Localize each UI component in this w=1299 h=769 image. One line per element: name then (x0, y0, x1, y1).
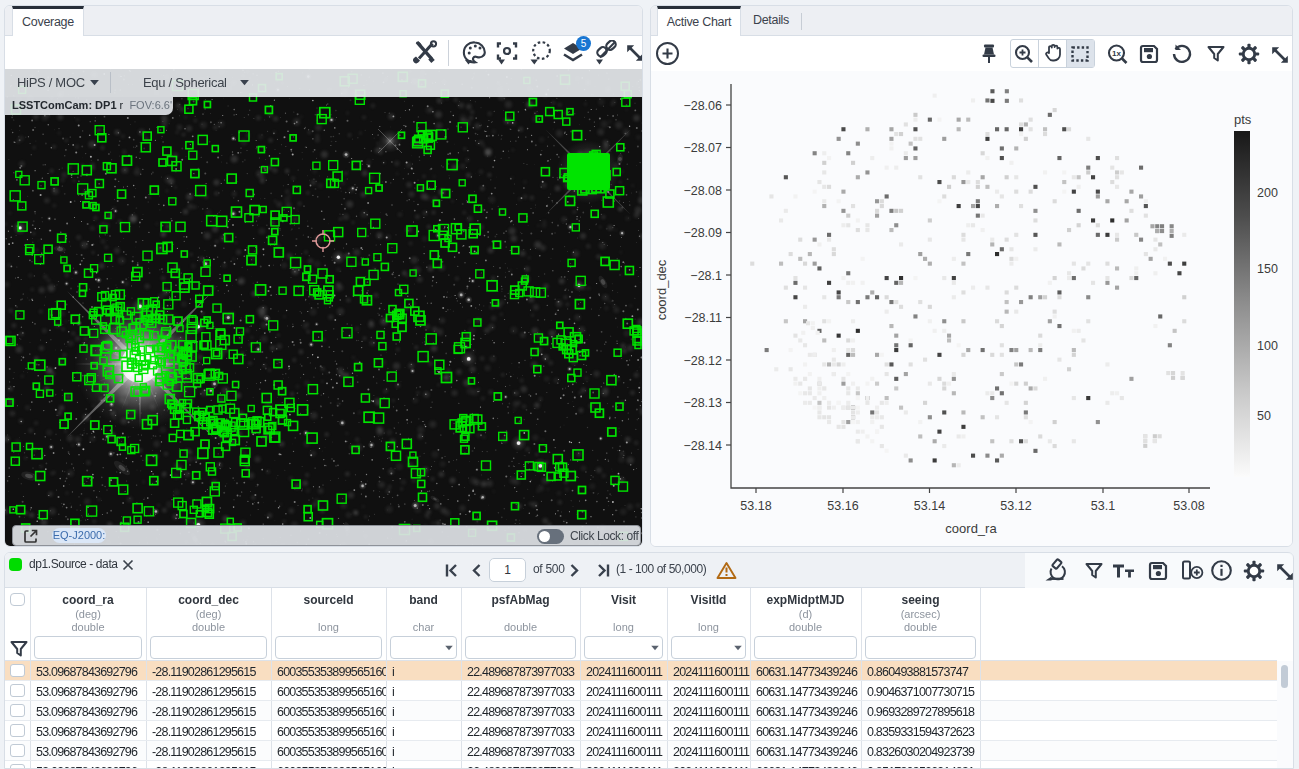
svg-text:100: 100 (1257, 339, 1278, 353)
svg-text:−28.12: −28.12 (683, 354, 722, 368)
svg-text:−28.14: −28.14 (683, 439, 722, 453)
svg-text:150: 150 (1257, 262, 1278, 276)
svg-text:−28.08: −28.08 (683, 184, 722, 198)
svg-text:−28.1: −28.1 (690, 269, 722, 283)
svg-text:53.16: 53.16 (827, 499, 858, 513)
svg-text:pts: pts (1234, 112, 1252, 127)
svg-text:53.12: 53.12 (1000, 499, 1031, 513)
svg-text:53.1: 53.1 (1091, 499, 1115, 513)
svg-text:200: 200 (1257, 186, 1278, 200)
svg-text:−28.06: −28.06 (683, 99, 722, 113)
svg-text:coord_ra: coord_ra (945, 521, 997, 536)
svg-text:53.08: 53.08 (1173, 499, 1204, 513)
svg-text:50: 50 (1257, 409, 1271, 423)
svg-text:−28.07: −28.07 (683, 141, 722, 155)
svg-text:53.18: 53.18 (740, 499, 771, 513)
svg-text:−28.13: −28.13 (683, 396, 722, 410)
svg-text:1x: 1x (1112, 49, 1121, 58)
svg-text:−28.11: −28.11 (684, 311, 722, 325)
svg-text:coord_dec: coord_dec (654, 259, 669, 320)
svg-text:53.14: 53.14 (914, 499, 945, 513)
svg-text:−28.09: −28.09 (683, 226, 722, 240)
